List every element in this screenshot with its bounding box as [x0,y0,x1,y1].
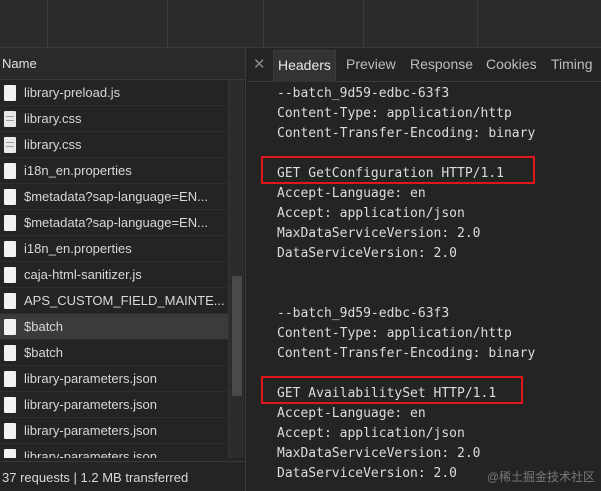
file-icon [4,215,16,231]
request-row[interactable]: library-parameters.json [0,418,228,444]
batch-file-icon [4,319,16,335]
request-list: library-preload.js library.css library.css… [0,80,228,458]
transfer-summary: 37 requests | 1.2 MB transferred [2,470,189,485]
request-row[interactable]: library-parameters.json [0,366,228,392]
request-detail-panel: ✕ Headers Preview Response Cookies Timin… [247,48,601,491]
css-file-icon [4,137,16,153]
payload-line: DataServiceVersion: 2.0 [277,246,458,261]
file-icon [4,371,16,387]
request-row[interactable]: $metadata?sap-language=EN... [0,184,228,210]
tab-response[interactable]: Response [410,56,473,72]
name-column-label: Name [2,56,37,71]
request-name: $metadata?sap-language=EN... [24,189,208,204]
toolbar-cell [0,0,48,47]
request-name: library.css [24,137,82,152]
request-name: library-parameters.json [24,449,157,458]
watermark: @稀土掘金技术社区 [486,470,595,484]
toolbar-cell [264,0,364,47]
css-file-icon [4,111,16,127]
request-name: $batch [24,319,64,334]
tab-timing[interactable]: Timing [551,56,593,72]
request-name: library.css [24,111,82,126]
payload-line: Accept: application/json [277,426,465,441]
payload-line: Content-Transfer-Encoding: binary [277,346,536,361]
batch-payload: --batch_9d59-edbc-63f3 Content-Type: appl… [247,82,601,491]
request-row[interactable]: $metadata?sap-language=EN... [0,210,228,236]
payload-line: Content-Type: application/http [277,106,512,121]
file-icon [4,163,16,179]
toolbar-cell [364,0,478,47]
request-name: i18n_en.properties [24,163,132,178]
payload-line: Accept-Language: en [277,186,426,201]
file-icon [4,423,16,439]
payload-line: GET GetConfiguration HTTP/1.1 [277,166,504,181]
request-name: caja-html-sanitizer.js [24,267,142,282]
request-row[interactable]: i18n_en.properties [0,158,228,184]
payload-line: --batch_9d59-edbc-63f3 [277,86,450,101]
tab-preview[interactable]: Preview [346,56,396,72]
tab-cookies[interactable]: Cookies [486,56,537,72]
request-row[interactable]: APS_CUSTOM_FIELD_MAINTE... [0,288,228,314]
payload-line: Accept-Language: en [277,406,426,421]
close-icon[interactable]: ✕ [253,55,266,73]
request-row[interactable]: i18n_en.properties [0,236,228,262]
request-row[interactable]: $batch [0,340,228,366]
request-row[interactable]: caja-html-sanitizer.js [0,262,228,288]
js-file-icon [4,85,16,101]
detail-tab-bar: ✕ Headers Preview Response Cookies Timin… [247,48,601,82]
payload-line: --batch_9d59-edbc-63f3 [277,306,450,321]
js-file-icon [4,267,16,283]
toolbar-cell [168,0,264,47]
request-name: APS_CUSTOM_FIELD_MAINTE... [24,293,224,308]
file-icon [4,449,16,458]
request-list-panel: Name library-preload.js library.css librar… [0,48,246,491]
request-name: $batch [24,345,64,360]
payload-line: MaxDataServiceVersion: 2.0 [277,446,481,461]
request-row[interactable]: $batch [0,314,228,340]
request-name: library-preload.js [24,85,121,100]
file-icon [4,241,16,257]
status-footer: 37 requests | 1.2 MB transferred [0,461,245,491]
tab-headers[interactable]: Headers [273,50,336,82]
toolbar-cell [478,0,601,47]
payload-line: Content-Type: application/http [277,326,512,341]
request-name: $metadata?sap-language=EN... [24,215,208,230]
payload-line: Accept: application/json [277,206,465,221]
request-row[interactable]: library.css [0,106,228,132]
request-name: i18n_en.properties [24,241,132,256]
devtools-toolbar [0,0,601,48]
request-name: library-parameters.json [24,423,157,438]
file-icon [4,189,16,205]
file-icon [4,345,16,361]
request-name: library-parameters.json [24,371,157,386]
toolbar-cell [48,0,168,47]
file-icon [4,397,16,413]
payload-line: GET AvailabilitySet HTTP/1.1 [277,386,497,401]
scrollbar-thumb[interactable] [232,276,242,396]
request-row[interactable]: library-parameters.json [0,392,228,418]
request-list-scrollbar[interactable] [228,80,244,458]
name-column-header[interactable]: Name [0,48,245,80]
request-name: library-parameters.json [24,397,157,412]
payload-line: DataServiceVersion: 2.0 [277,466,458,481]
payload-line: MaxDataServiceVersion: 2.0 [277,226,481,241]
payload-line: Content-Transfer-Encoding: binary [277,126,536,141]
file-icon [4,293,16,309]
request-row[interactable]: library-parameters.json [0,444,228,458]
request-row[interactable]: library.css [0,132,228,158]
request-row[interactable]: library-preload.js [0,80,228,106]
